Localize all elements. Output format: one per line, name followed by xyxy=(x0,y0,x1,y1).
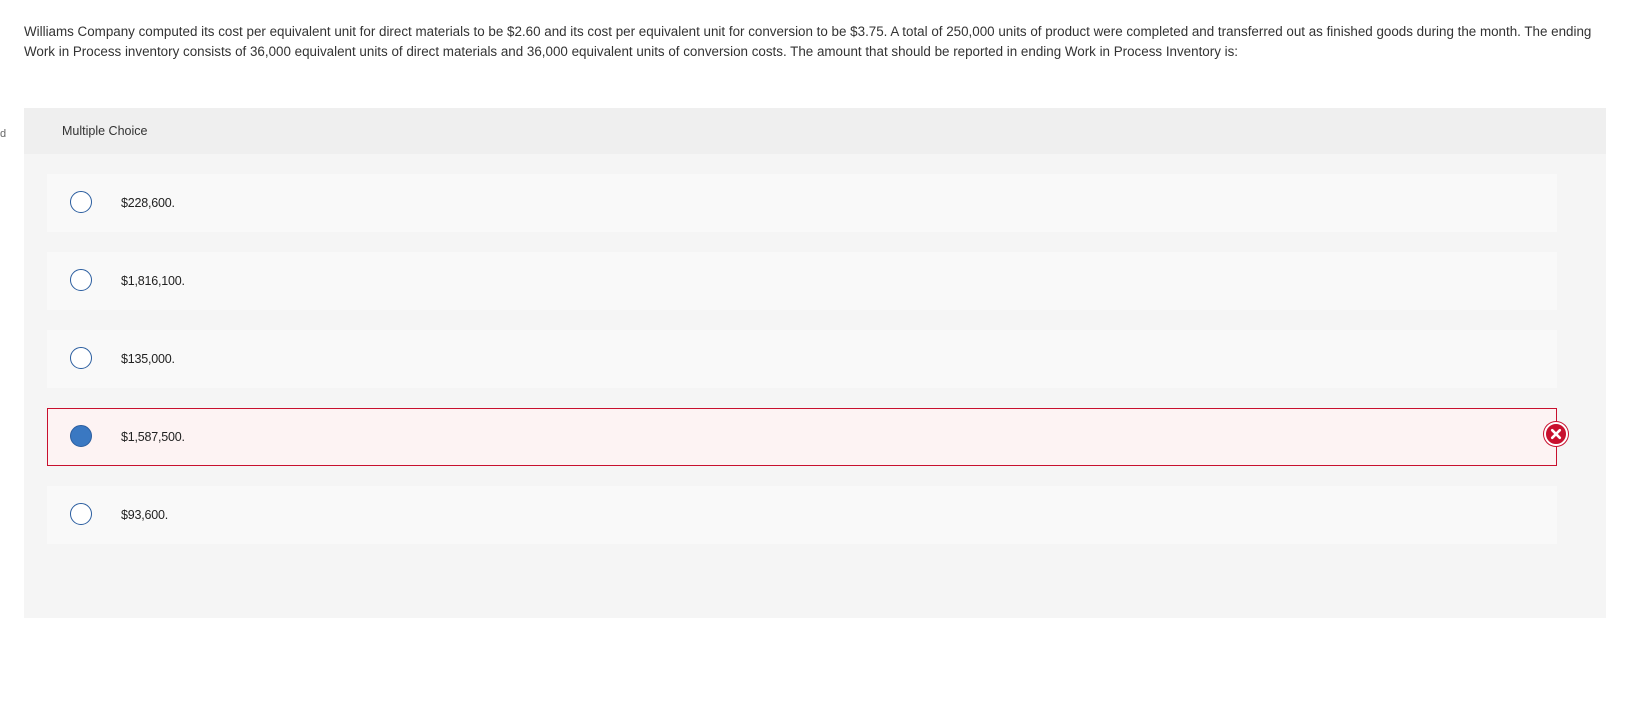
choice-label: $1,816,100. xyxy=(121,274,185,288)
choice-label: $1,587,500. xyxy=(121,430,185,444)
choice-option-2[interactable]: $1,816,100. xyxy=(47,252,1557,310)
choice-label: $93,600. xyxy=(121,508,169,522)
choice-option-3[interactable]: $135,000. xyxy=(47,330,1557,388)
radio-button[interactable] xyxy=(70,269,92,291)
x-circle-icon xyxy=(1544,422,1568,446)
multiple-choice-header: Multiple Choice xyxy=(24,108,1606,154)
question-text: Williams Company computed its cost per e… xyxy=(24,24,1592,59)
choice-label: $228,600. xyxy=(121,196,175,210)
radio-button[interactable] xyxy=(70,503,92,525)
multiple-choice-panel: Multiple Choice $228,600. $1,816,100. $1… xyxy=(24,108,1606,618)
choice-option-4-incorrect[interactable]: $1,587,500. xyxy=(47,408,1557,466)
radio-button-selected[interactable] xyxy=(70,425,92,447)
choice-label: $135,000. xyxy=(121,352,175,366)
radio-button[interactable] xyxy=(70,191,92,213)
choices-list: $228,600. $1,816,100. $135,000. $1,587,5… xyxy=(24,154,1606,618)
edge-fragment-text: d xyxy=(0,128,7,140)
question-page: d Williams Company computed its cost per… xyxy=(0,0,1642,705)
choice-option-1[interactable]: $228,600. xyxy=(47,174,1557,232)
multiple-choice-label: Multiple Choice xyxy=(62,124,148,138)
radio-button[interactable] xyxy=(70,347,92,369)
choice-option-5[interactable]: $93,600. xyxy=(47,486,1557,544)
